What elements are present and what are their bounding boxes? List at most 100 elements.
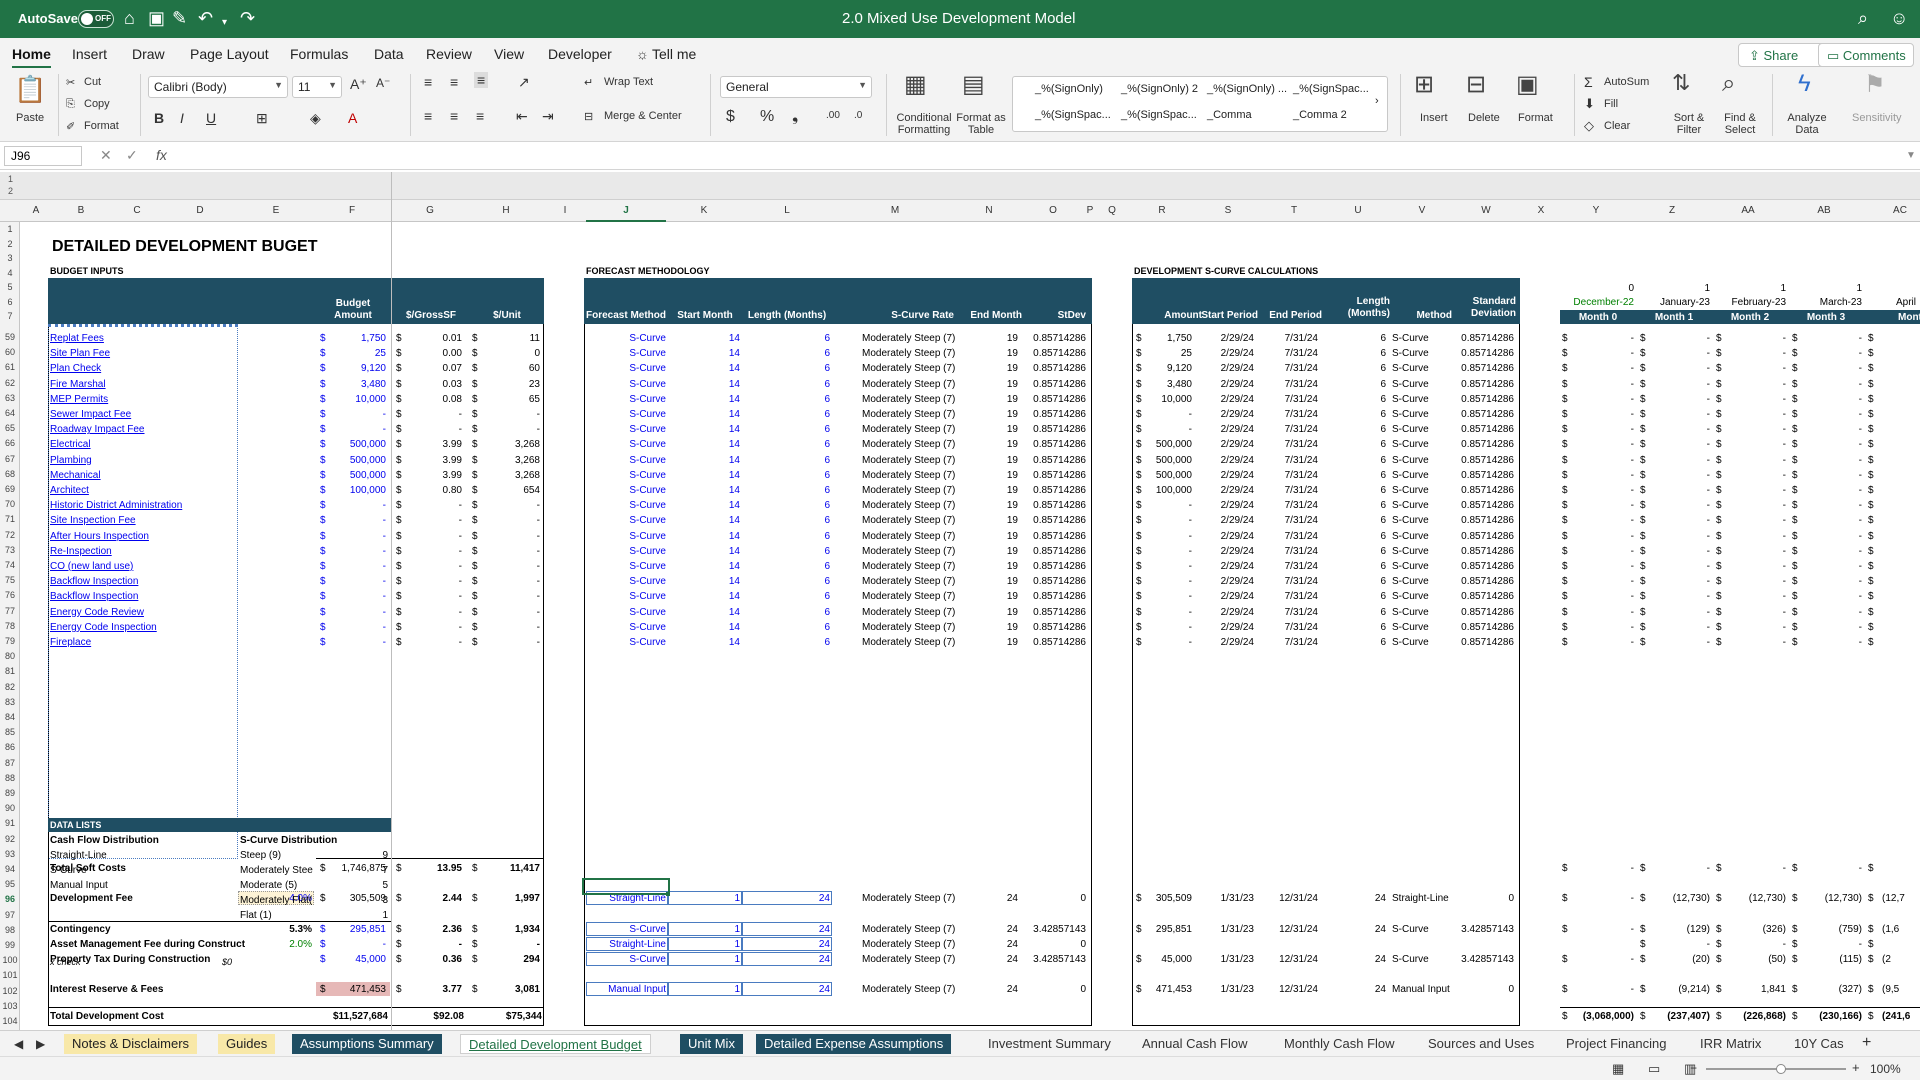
normal-view-icon[interactable]: ▦: [1612, 1061, 1624, 1077]
decrease-decimal-icon[interactable]: .0: [854, 110, 862, 121]
row-header[interactable]: 3: [0, 253, 20, 263]
row-header[interactable]: 72: [0, 530, 20, 540]
row-header[interactable]: 103: [0, 1001, 20, 1011]
row-header[interactable]: 94: [0, 864, 20, 874]
length-months[interactable]: 6: [744, 484, 830, 497]
forecast-method[interactable]: S-Curve: [586, 636, 666, 649]
row-header[interactable]: 4: [0, 268, 20, 278]
delete-cells-icon[interactable]: ⊟: [1466, 70, 1486, 99]
col-header[interactable]: L: [742, 205, 832, 216]
next-sheet-icon[interactable]: ▶: [36, 1037, 45, 1051]
length-months[interactable]: 6: [744, 332, 830, 345]
start-month[interactable]: 14: [668, 590, 740, 603]
row-header[interactable]: 89: [0, 788, 20, 798]
row-header[interactable]: 80: [0, 651, 20, 661]
row-header[interactable]: 97: [0, 910, 20, 920]
insert-cells-icon[interactable]: ⊞: [1414, 70, 1434, 99]
sort-filter-button[interactable]: Sort & Filter: [1668, 112, 1710, 136]
autosum-button[interactable]: AutoSum: [1604, 76, 1649, 88]
line-item-name[interactable]: Energy Code Review: [50, 606, 144, 619]
style-item[interactable]: _Comma: [1207, 109, 1252, 121]
line-item-name[interactable]: Energy Code Inspection: [50, 621, 157, 634]
pct-value[interactable]: 5.3%: [238, 923, 312, 936]
budget-amount[interactable]: -: [320, 499, 386, 512]
increase-decimal-icon[interactable]: .00: [826, 110, 840, 121]
row-header[interactable]: 63: [0, 393, 20, 403]
row-header[interactable]: 104: [0, 1016, 20, 1026]
tab-draw[interactable]: Draw: [132, 46, 165, 62]
format-painter-button[interactable]: Format: [84, 120, 119, 132]
style-item[interactable]: _%(SignSpac...: [1293, 83, 1369, 95]
align-bottom-icon[interactable]: ≡: [474, 72, 489, 88]
budget-amount[interactable]: 25: [320, 347, 386, 360]
clear-button[interactable]: Clear: [1604, 120, 1630, 132]
line-item-name[interactable]: Plambing: [50, 454, 92, 467]
length-months[interactable]: 6: [744, 378, 830, 391]
col-header[interactable]: Y: [1558, 205, 1634, 216]
increase-indent-icon[interactable]: ⇥: [542, 108, 554, 125]
budget-amount[interactable]: -: [320, 514, 386, 527]
col-header[interactable]: N: [958, 205, 1020, 216]
line-item-name[interactable]: Plan Check: [50, 362, 101, 375]
orientation-icon[interactable]: ↗: [518, 74, 530, 91]
start-month[interactable]: 14: [668, 362, 740, 375]
tab-developer[interactable]: Developer: [548, 46, 612, 62]
line-item-name[interactable]: CO (new land use): [50, 560, 133, 573]
col-header[interactable]: O: [1020, 205, 1086, 216]
percent-icon[interactable]: %: [760, 108, 774, 126]
align-left-icon[interactable]: ≡: [424, 108, 432, 124]
budget-amount[interactable]: 3,480: [320, 378, 386, 391]
row-header[interactable]: 71: [0, 514, 20, 524]
budget-amount[interactable]: -: [320, 636, 386, 649]
forecast-method[interactable]: Straight-Line: [586, 938, 666, 951]
tab-review[interactable]: Review: [426, 46, 472, 62]
budget-amount[interactable]: 100,000: [320, 484, 386, 497]
row-header[interactable]: 65: [0, 423, 20, 433]
row-header[interactable]: 67: [0, 454, 20, 464]
bold-button[interactable]: B: [154, 110, 164, 126]
col-header[interactable]: AC: [1862, 205, 1920, 216]
col-header[interactable]: F: [314, 205, 390, 216]
autosave-toggle[interactable]: OFF: [78, 10, 114, 28]
length-months[interactable]: 6: [744, 545, 830, 558]
forecast-method[interactable]: S-Curve: [586, 469, 666, 482]
tab-view[interactable]: View: [494, 46, 524, 62]
format-as-table-icon[interactable]: ▤: [962, 70, 985, 99]
align-center-icon[interactable]: ≡: [450, 108, 458, 124]
row-header[interactable]: 88: [0, 773, 20, 783]
forecast-method[interactable]: S-Curve: [586, 575, 666, 588]
row-header[interactable]: 73: [0, 545, 20, 555]
col-header[interactable]: G: [392, 205, 468, 216]
forecast-method[interactable]: S-Curve: [586, 393, 666, 406]
sensitivity-icon[interactable]: ⚑: [1864, 70, 1886, 99]
paste-button[interactable]: Paste: [16, 112, 44, 124]
forecast-method[interactable]: S-Curve: [586, 362, 666, 375]
search-icon[interactable]: ⌕: [1858, 8, 1868, 29]
row-header[interactable]: 7: [0, 311, 20, 321]
merge-center-button[interactable]: Merge & Center: [604, 110, 682, 122]
conditional-formatting-icon[interactable]: ▦: [904, 70, 927, 99]
analyze-data-button[interactable]: Analyze Data: [1784, 112, 1830, 136]
line-item-name[interactable]: Electrical: [50, 438, 91, 451]
forecast-method[interactable]: S-Curve: [586, 606, 666, 619]
fill-color-icon[interactable]: ◈: [310, 110, 321, 127]
sheet-tab[interactable]: Monthly Cash Flow: [1276, 1034, 1403, 1054]
col-header[interactable]: AA: [1710, 205, 1786, 216]
forecast-method[interactable]: S-Curve: [586, 484, 666, 497]
fill-button[interactable]: Fill: [1604, 98, 1618, 110]
row-header[interactable]: 87: [0, 758, 20, 768]
row-header[interactable]: 61: [0, 362, 20, 372]
sheet-tab[interactable]: Annual Cash Flow: [1134, 1034, 1256, 1054]
chevron-right-icon[interactable]: ›: [1375, 95, 1379, 107]
find-select-button[interactable]: Find & Select: [1718, 112, 1762, 136]
row-header[interactable]: 78: [0, 621, 20, 631]
outline-level-1[interactable]: 1: [8, 174, 13, 184]
length-months[interactable]: 6: [744, 393, 830, 406]
col-header[interactable]: H: [468, 205, 544, 216]
sheet-tab[interactable]: Investment Summary: [980, 1034, 1119, 1054]
length-months[interactable]: 6: [744, 423, 830, 436]
line-item-name[interactable]: Architect: [50, 484, 89, 497]
length-months[interactable]: 6: [744, 438, 830, 451]
start-month[interactable]: 14: [668, 454, 740, 467]
col-header[interactable]: M: [832, 205, 958, 216]
